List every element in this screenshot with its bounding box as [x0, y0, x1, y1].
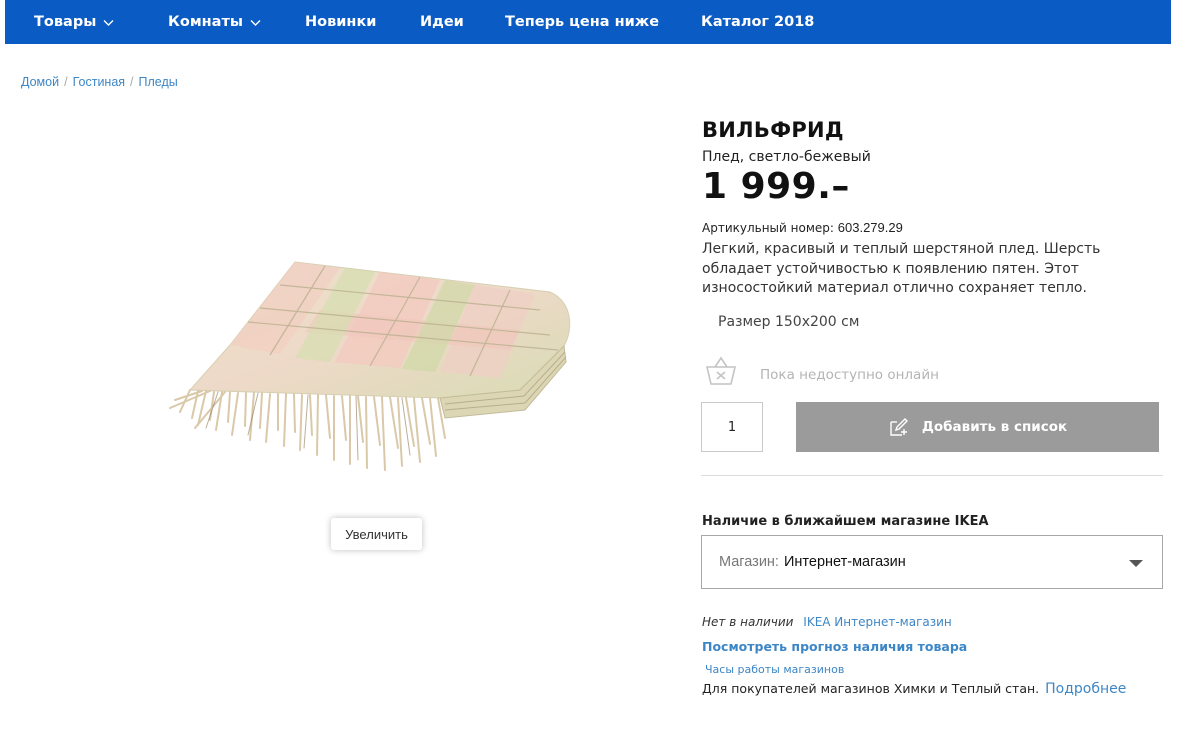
- store-select[interactable]: Магазин: Интернет-магазин: [701, 535, 1163, 589]
- add-to-list-button[interactable]: Добавить в список: [796, 402, 1159, 452]
- product-description: Легкий, красивый и теплый шерстяной плед…: [702, 241, 1101, 296]
- stock-store-link[interactable]: IKEA Интернет-магазин: [803, 615, 951, 629]
- nav-item-products[interactable]: Товары: [34, 0, 114, 44]
- breadcrumb-throws[interactable]: Пледы: [139, 75, 178, 89]
- store-hours-link[interactable]: Часы работы магазинов: [705, 663, 844, 676]
- nav-item-new[interactable]: Новинки: [305, 0, 376, 44]
- stock-forecast-link[interactable]: Посмотреть прогноз наличия товара: [702, 639, 967, 654]
- stock-status-line: Нет в наличии IKEA Интернет-магазин: [702, 615, 952, 629]
- product-price: 1 999.–: [702, 166, 850, 207]
- nav-item-label: Идеи: [420, 14, 464, 30]
- breadcrumb: Домой / Гостиная / Пледы: [21, 75, 178, 89]
- nav-item-label: Теперь цена ниже: [505, 14, 660, 30]
- top-navigation: Товары Комнаты Новинки Идеи Теперь цена …: [5, 0, 1171, 44]
- zoom-button[interactable]: Увеличить: [331, 518, 422, 550]
- breadcrumb-home[interactable]: Домой: [21, 75, 59, 89]
- breadcrumb-separator: /: [130, 75, 134, 89]
- unavailable-online-text: Пока недоступно онлайн: [760, 367, 939, 383]
- store-select-value: Интернет-магазин: [783, 554, 906, 570]
- article-number: Артикульный номер: 603.279.29: [702, 220, 903, 235]
- product-image[interactable]: [80, 250, 580, 480]
- product-size: Размер 150x200 см: [718, 314, 860, 330]
- nav-item-rooms[interactable]: Комнаты: [168, 0, 261, 44]
- caret-down-icon: [1129, 560, 1143, 567]
- article-value: 603.279.29: [837, 220, 903, 235]
- article-label: Артикульный номер:: [702, 221, 834, 235]
- nav-item-label: Комнаты: [168, 14, 243, 30]
- customers-note-text: Для покупателей магазинов Химки и Теплый…: [702, 681, 1040, 696]
- nav-item-label: Товары: [34, 14, 97, 30]
- nav-item-lower-price[interactable]: Теперь цена ниже: [505, 0, 659, 44]
- more-info-link[interactable]: Подробнее: [1045, 681, 1126, 697]
- basket-crossed-icon: [705, 356, 737, 385]
- nav-item-ideas[interactable]: Идеи: [420, 0, 464, 44]
- product-name: ВИЛЬФРИД: [702, 118, 844, 142]
- chevron-down-icon: [250, 19, 261, 26]
- store-select-label: Магазин:: [719, 554, 779, 570]
- divider: [701, 475, 1163, 476]
- breadcrumb-separator: /: [64, 75, 68, 89]
- nav-item-catalog[interactable]: Каталог 2018: [701, 0, 814, 44]
- breadcrumb-living-room[interactable]: Гостиная: [73, 75, 125, 89]
- edit-list-icon: [890, 418, 908, 436]
- customers-note: Для покупателей магазинов Химки и Теплый…: [702, 681, 1126, 697]
- chevron-down-icon: [103, 19, 114, 26]
- add-to-list-label: Добавить в список: [921, 419, 1068, 435]
- store-availability-heading: Наличие в ближайшем магазине IKEA: [702, 514, 989, 529]
- nav-item-label: Новинки: [305, 14, 377, 30]
- quantity-input[interactable]: [701, 402, 763, 452]
- nav-item-label: Каталог 2018: [701, 14, 815, 30]
- product-subtitle: Плед, светло-бежевый: [702, 149, 871, 165]
- stock-status: Нет в наличии: [702, 615, 794, 629]
